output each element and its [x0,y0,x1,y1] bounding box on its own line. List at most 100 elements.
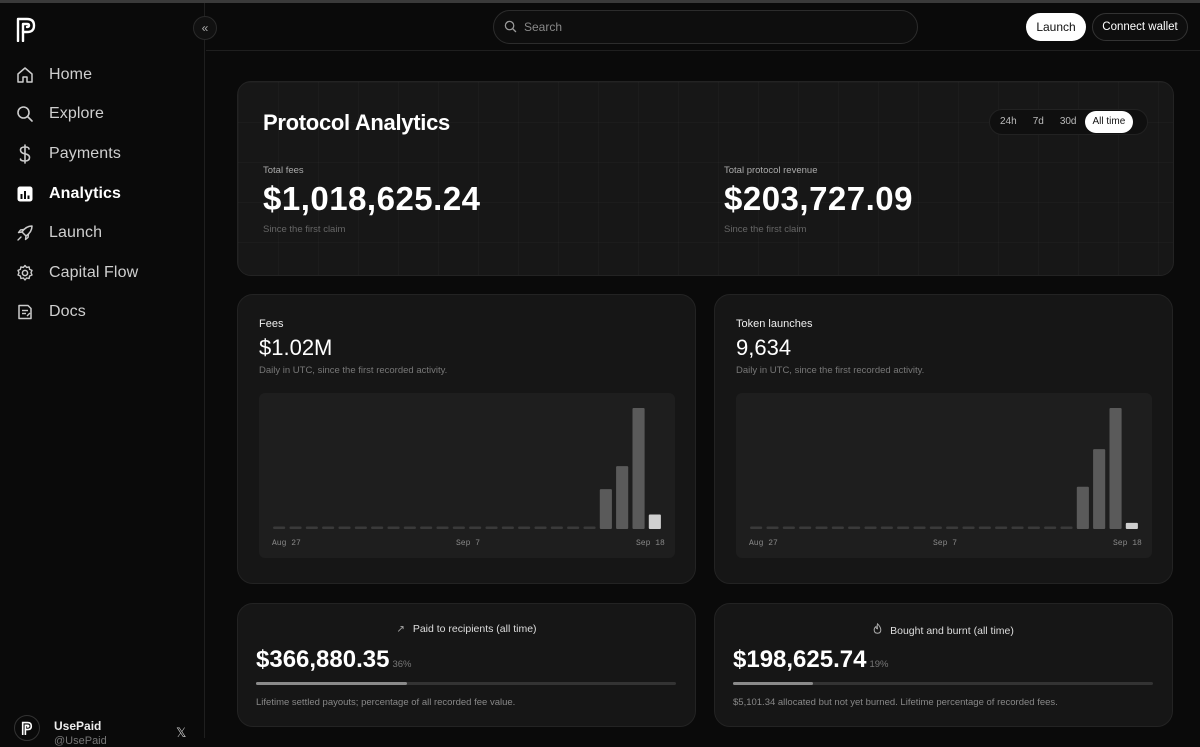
chart-bar[interactable] [583,526,596,530]
fees-bar-chart[interactable] [259,393,675,558]
chart-bar[interactable] [1093,449,1106,529]
chart-bar[interactable] [1011,526,1024,530]
bar-chart-icon [15,184,35,204]
paid-progress-bar [256,682,676,685]
burnt-percentage: 19% [869,659,889,670]
chart-bar[interactable] [632,408,645,529]
chart-bar[interactable] [289,526,302,530]
search-icon [504,20,518,34]
chart-bar[interactable] [815,526,828,530]
user-handle: @UsePaid [54,735,107,747]
search-icon [15,104,35,124]
collapse-sidebar-button[interactable]: « [193,16,217,40]
chart-bar[interactable] [616,466,629,529]
x-tick-label: Sep 18 [1113,539,1142,548]
chart-bar[interactable] [338,526,351,530]
top-header: Launch Connect wallet [206,3,1200,51]
flame-icon [873,622,882,637]
chart-bar[interactable] [648,514,661,530]
chart-bar[interactable] [550,526,563,530]
chart-bar[interactable] [766,526,779,530]
chart-bar[interactable] [799,526,812,530]
chart-bar[interactable] [534,526,547,530]
range-option-7d[interactable]: 7d [1025,111,1052,133]
brand-logo-icon[interactable] [15,16,37,43]
chart-bar[interactable] [322,526,335,530]
chart-bar[interactable] [1125,522,1138,529]
paid-value: $366,880.35 [256,646,390,673]
launches-bar-chart[interactable] [736,393,1152,558]
rocket-icon [15,223,35,243]
chart-bar[interactable] [946,526,959,530]
chart-bar[interactable] [929,526,942,530]
search-bar[interactable] [493,10,918,44]
range-option-30d[interactable]: 30d [1052,111,1085,133]
burnt-note: $5,101.34 allocated but not yet burned. … [733,697,1058,708]
sidebar-item-explore[interactable]: Explore [0,95,205,135]
chart-bar[interactable] [354,526,367,530]
gear-icon [15,263,35,283]
x-tick-label: Aug 27 [272,539,301,548]
chart-bar[interactable] [750,526,763,530]
launch-button[interactable]: Launch [1026,13,1086,41]
chart-bar[interactable] [485,526,498,530]
chart-bar[interactable] [469,526,482,530]
page-title: Protocol Analytics [263,110,450,135]
user-profile[interactable]: UsePaid @UsePaid 𝕏 [14,711,194,747]
fees-chart-subtitle: Daily in UTC, since the first recorded a… [259,365,448,376]
burnt-progress-fill [733,682,813,685]
chart-bar[interactable] [962,526,975,530]
x-social-icon[interactable]: 𝕏 [176,725,186,741]
sidebar-item-label: Launch [49,224,103,242]
bought-and-burnt-card: Bought and burnt (all time) $198,625.74 1… [714,603,1173,727]
chart-bar[interactable] [420,526,433,530]
protocol-analytics-card: Protocol Analytics 24h 7d 30d All time T… [237,81,1174,276]
chart-bar[interactable] [452,526,465,530]
chart-bar[interactable] [1044,526,1057,530]
burnt-progress-bar [733,682,1153,685]
chart-bar[interactable] [501,526,514,530]
chart-bar[interactable] [1060,526,1073,530]
chart-bar[interactable] [1109,408,1122,529]
sidebar-item-docs[interactable]: Docs [0,293,205,333]
chart-bar[interactable] [387,526,400,530]
chart-bar[interactable] [1027,526,1040,530]
sidebar-item-payments[interactable]: Payments [0,134,205,174]
chart-bar[interactable] [1076,486,1089,529]
x-tick-label: Sep 7 [933,539,958,548]
chart-bar[interactable] [864,526,877,530]
sidebar-item-launch[interactable]: Launch [0,213,205,253]
chart-bar[interactable] [403,526,416,530]
sidebar-item-home[interactable]: Home [0,55,205,95]
chart-bar[interactable] [305,526,318,530]
range-option-24h[interactable]: 24h [992,111,1025,133]
chart-bar[interactable] [897,526,910,530]
chart-bar[interactable] [913,526,926,530]
range-option-all-time[interactable]: All time [1084,111,1134,133]
chart-bar[interactable] [978,526,991,530]
paid-note: Lifetime settled payouts; percentage of … [256,697,516,708]
paid-to-recipients-card: ↗ Paid to recipients (all time) $366,880.… [237,603,696,727]
chart-bar[interactable] [848,526,861,530]
arrow-up-right-icon: ↗ [396,624,405,635]
search-input[interactable] [524,20,904,34]
chart-bar[interactable] [880,526,893,530]
home-icon [15,65,35,85]
chart-bar[interactable] [371,526,384,530]
paid-title: Paid to recipients (all time) [412,623,537,635]
sidebar-nav: Home Explore Payments Analytics Launch C… [0,55,205,332]
fees-chart-card: Fees $1.02M Daily in UTC, since the firs… [237,294,696,584]
chart-bar[interactable] [995,526,1008,530]
chart-bar[interactable] [831,526,844,530]
sidebar-item-label: Docs [49,303,86,321]
chart-bar[interactable] [782,526,795,530]
sidebar-item-capital-flow[interactable]: Capital Flow [0,253,205,293]
chart-bar[interactable] [436,526,449,530]
sidebar-item-analytics[interactable]: Analytics [0,174,205,214]
chart-bar[interactable] [273,526,286,530]
chart-bar[interactable] [567,526,580,530]
connect-wallet-button[interactable]: Connect wallet [1092,13,1188,41]
chart-bar[interactable] [518,526,531,530]
chart-bar[interactable] [599,489,612,529]
launches-chart-subtitle: Daily in UTC, since the first recorded a… [736,365,925,376]
